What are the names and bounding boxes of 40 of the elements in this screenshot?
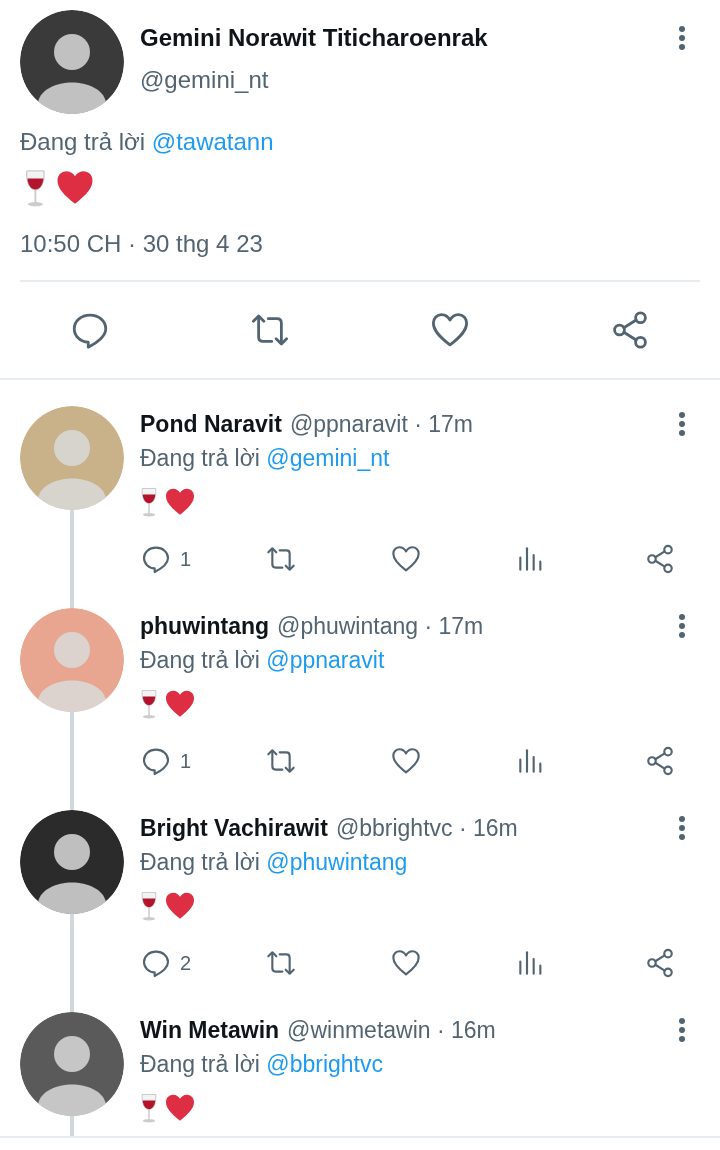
avatar[interactable] <box>20 810 124 914</box>
handle: @gemini_nt <box>140 65 270 95</box>
share-icon[interactable] <box>644 745 676 777</box>
mention-link[interactable]: @bbrightvc <box>266 1050 383 1077</box>
timestamp: 10:50 CH · 30 thg 4 23 <box>20 229 264 259</box>
reply-context: Đang trả lời @gemini_nt <box>140 443 390 473</box>
display-name: phuwintang <box>140 611 270 641</box>
mention-link[interactable]: @ppnaravit <box>266 646 385 673</box>
share-icon[interactable] <box>644 947 676 979</box>
reply-count: 1 <box>180 749 192 774</box>
share-icon[interactable] <box>644 543 676 575</box>
reply-context: Đang trả lời @bbrightvc <box>140 1049 383 1079</box>
handle-and-time: @phuwintang · 17m <box>277 611 484 641</box>
more-icon[interactable] <box>678 1017 686 1043</box>
wine-glass-icon <box>24 169 47 207</box>
mention-link[interactable]: @tawatann <box>151 128 274 155</box>
reply-context: Đang trả lời @tawatann <box>20 127 275 157</box>
wine-glass-icon <box>140 891 158 921</box>
more-icon[interactable] <box>678 411 686 437</box>
reply-context: Đang trả lời @ppnaravit <box>140 645 385 675</box>
handle-and-time: @ppnaravit · 17m <box>289 409 474 439</box>
reply-context: Đang trả lời @phuwintang <box>140 847 408 877</box>
display-name: Win Metawin <box>140 1015 280 1045</box>
handle-and-time: @bbrightvc · 16m <box>335 813 518 843</box>
wine-glass-icon <box>140 487 158 517</box>
reply-count: 2 <box>180 951 192 976</box>
mention-link[interactable]: @phuwintang <box>266 848 408 875</box>
reply-count: 1 <box>180 547 192 572</box>
avatar[interactable] <box>20 10 124 114</box>
display-name: Bright Vachirawit <box>140 813 328 843</box>
more-icon[interactable] <box>678 613 686 639</box>
wine-glass-icon <box>140 689 158 719</box>
more-icon[interactable] <box>678 815 686 841</box>
handle-and-time: @winmetawin · 16m <box>287 1015 496 1045</box>
display-name: Pond Naravit <box>140 409 282 439</box>
wine-glass-icon <box>140 1093 158 1123</box>
avatar[interactable] <box>20 1012 124 1116</box>
mention-link[interactable]: @gemini_nt <box>266 444 390 471</box>
display-name: Gemini Norawit Titicharoenrak <box>140 23 488 53</box>
more-icon[interactable] <box>678 25 686 51</box>
